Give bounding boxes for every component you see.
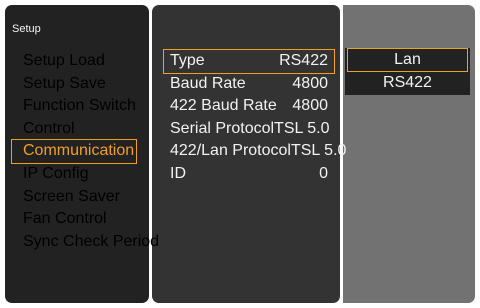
settings-list: Type RS422 Baud Rate 4800 422 Baud Rate …	[163, 49, 346, 186]
setting-label: Baud Rate	[170, 74, 246, 92]
menu-item-ip-config[interactable]: IP Config	[12, 163, 136, 186]
menu-item-sync-check-period[interactable]: Sync Check Period	[12, 231, 159, 254]
setting-value: RS422	[279, 52, 328, 69]
setting-label: 422/Lan Protocol	[170, 142, 291, 160]
setting-value: TSL 5.0	[290, 142, 347, 160]
menu-item-setup-load[interactable]: Setup Load	[12, 50, 136, 73]
option-lan[interactable]: Lan	[347, 48, 468, 72]
type-dropdown-list: Lan RS422	[345, 48, 470, 95]
setting-row-422-lan-protocol[interactable]: 422/Lan Protocol TSL 5.0	[164, 140, 346, 163]
setting-label: 422 Baud Rate	[170, 97, 277, 115]
setting-label: ID	[170, 164, 186, 182]
menu-item-communication[interactable]: Communication	[11, 139, 137, 164]
menu-item-fan-control[interactable]: Fan Control	[12, 208, 136, 231]
setting-row-422-baud-rate[interactable]: 422 Baud Rate 4800	[164, 95, 334, 118]
setting-row-type[interactable]: Type RS422	[163, 49, 335, 74]
setting-row-serial-protocol[interactable]: Serial Protocol TSL 5.0	[164, 118, 334, 141]
setup-menu-list: Setup Load Setup Save Function Switch Co…	[11, 50, 159, 254]
setting-label: Type	[170, 52, 205, 69]
setting-row-id[interactable]: ID 0	[164, 163, 334, 186]
menu-item-setup-save[interactable]: Setup Save	[12, 73, 136, 96]
setting-value: 4800	[292, 97, 328, 115]
setting-value: 0	[319, 164, 328, 182]
option-rs422[interactable]: RS422	[348, 72, 467, 94]
setting-row-baud-rate[interactable]: Baud Rate 4800	[164, 73, 334, 96]
menu-item-screen-saver[interactable]: Screen Saver	[12, 186, 136, 209]
setting-value: TSL 5.0	[274, 119, 330, 137]
setting-value: 4800	[292, 74, 328, 92]
menu-title: Setup	[12, 23, 41, 35]
setting-label: Serial Protocol	[170, 119, 275, 137]
menu-item-function-switch[interactable]: Function Switch	[12, 95, 136, 118]
menu-item-control[interactable]: Control	[12, 118, 136, 141]
